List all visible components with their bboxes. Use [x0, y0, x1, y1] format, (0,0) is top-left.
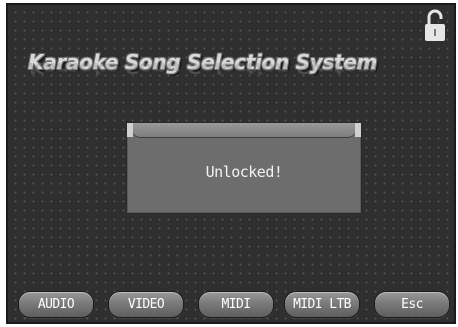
app-title-reflection: Karaoke Song Selection System	[28, 59, 378, 77]
status-dialog: Unlocked!	[126, 122, 362, 214]
midi-ltb-button[interactable]: MIDI LTB	[284, 291, 360, 318]
title-area: Karaoke Song Selection System Karaoke So…	[28, 45, 388, 115]
esc-button[interactable]: Esc	[374, 291, 450, 318]
video-button[interactable]: VIDEO	[108, 291, 184, 318]
midi-button[interactable]: MIDI	[198, 291, 274, 318]
dialog-message: Unlocked!	[205, 163, 283, 181]
unlocked-padlock-icon[interactable]	[422, 9, 448, 43]
main-screen: Karaoke Song Selection System Karaoke So…	[6, 3, 456, 324]
dialog-header-bar	[127, 123, 361, 137]
audio-button[interactable]: AUDIO	[18, 291, 94, 318]
